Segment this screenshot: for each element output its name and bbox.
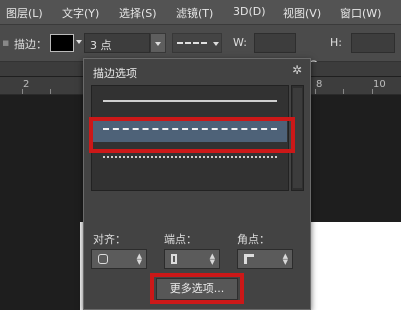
ruler-mark: 10	[373, 79, 386, 90]
menu-filter[interactable]: 滤镜(T)	[176, 5, 213, 21]
cap-icon	[171, 254, 177, 264]
chevron-down-icon[interactable]	[76, 40, 82, 44]
menu-window[interactable]: 窗口(W)	[340, 5, 381, 21]
options-bar: ▪ 描边： 3 点 W: H:	[0, 25, 401, 68]
height-field[interactable]	[351, 33, 395, 53]
align-icon	[98, 254, 108, 264]
up-down-arrows-icon: ▲ ▼	[282, 252, 288, 266]
chevron-down-icon	[155, 42, 161, 46]
stroke-width-field[interactable]: 3 点	[84, 33, 150, 53]
gear-icon[interactable]: ✲	[292, 63, 302, 77]
more-options-button[interactable]: 更多选项...	[156, 278, 238, 300]
width-label: W:	[233, 36, 247, 49]
align-select[interactable]: ▲ ▼	[91, 249, 147, 269]
stroke-style-list	[91, 85, 289, 191]
up-down-arrows-icon: ▲ ▼	[209, 252, 215, 266]
stroke-label: 描边：	[14, 38, 47, 51]
tool-preset-edge: ▪	[2, 36, 10, 49]
corners-label: 角点：	[237, 233, 270, 246]
ruler-tick	[315, 89, 316, 94]
menu-type[interactable]: 文字(Y)	[62, 5, 99, 21]
ruler-tick	[343, 89, 344, 94]
menu-view[interactable]: 视图(V)	[283, 5, 321, 21]
stroke-width-value: 3 点	[90, 39, 112, 52]
stroke-style-dotted[interactable]	[93, 146, 287, 168]
scrollbar-thumb[interactable]	[293, 88, 302, 188]
align-label: 对齐：	[93, 233, 126, 246]
menu-3d[interactable]: 3D(D)	[233, 5, 266, 18]
menu-select[interactable]: 选择(S)	[119, 5, 157, 21]
stroke-style-dashed[interactable]	[93, 118, 287, 142]
corner-icon	[244, 254, 254, 264]
stroke-type-dropdown[interactable]	[172, 33, 222, 53]
ruler-tick	[22, 89, 23, 94]
menu-layer[interactable]: 图层(L)	[6, 5, 43, 21]
stroke-style-solid[interactable]	[93, 88, 287, 114]
caps-label: 端点：	[164, 233, 197, 246]
chevron-down-icon	[213, 42, 219, 46]
up-down-arrows-icon: ▲ ▼	[136, 252, 142, 266]
caps-select[interactable]: ▲ ▼	[164, 249, 220, 269]
ruler-mark: 2	[23, 79, 30, 90]
list-scrollbar[interactable]	[291, 85, 304, 191]
height-label: H:	[330, 36, 342, 49]
stroke-color-swatch[interactable]	[50, 34, 74, 52]
dotted-line-preview	[103, 156, 277, 158]
panel-title: 描边选项	[93, 67, 137, 80]
ruler-tick	[50, 89, 51, 94]
dash-preview	[177, 42, 207, 44]
stroke-width-dropdown[interactable]	[150, 33, 166, 53]
ruler-tick	[372, 89, 373, 94]
corners-select[interactable]: ▲ ▼	[237, 249, 293, 269]
menu-bar: 图层(L) 文字(Y) 选择(S) 滤镜(T) 3D(D) 视图(V) 窗口(W…	[0, 0, 401, 25]
ruler-mark: 8	[316, 79, 323, 90]
solid-line-preview	[103, 100, 277, 102]
stroke-options-panel: 描边选项 ✲ 对齐： 端点： 角点： ▲ ▼ ▲ ▼ ▲ ▼ 更多选项...	[83, 58, 311, 310]
dashed-line-preview	[103, 128, 277, 130]
width-field[interactable]	[254, 33, 296, 53]
